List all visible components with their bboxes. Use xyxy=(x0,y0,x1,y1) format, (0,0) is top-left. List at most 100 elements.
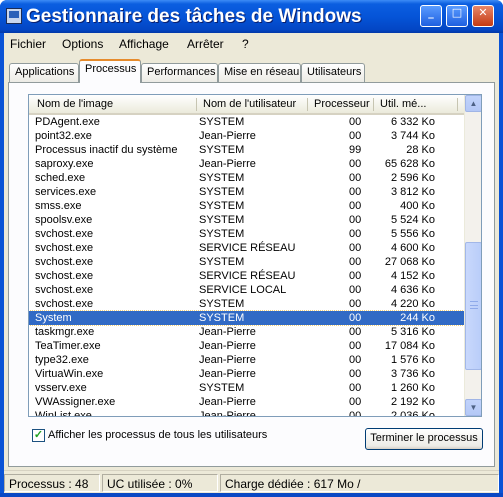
window-title: Gestionnaire des tâches de Windows xyxy=(26,6,362,27)
cell-cpu: 00 xyxy=(349,130,362,142)
scroll-up-arrow-icon[interactable]: ▲ xyxy=(465,95,481,112)
table-row[interactable]: Processus inactif du système SYSTEM 99 28 K… xyxy=(29,143,464,157)
table-row[interactable]: spoolsv.exe SYSTEM 00 5 524 Ko xyxy=(29,213,464,227)
cell-cpu: 00 xyxy=(349,312,362,324)
column-divider[interactable] xyxy=(373,98,374,111)
cell-memory: 4 152 Ko xyxy=(390,270,435,282)
table-row[interactable]: WinList.exe Jean-Pierre 00 2 036 Ko xyxy=(29,409,464,417)
cell-image-name: VWAssigner.exe xyxy=(35,396,116,408)
table-row[interactable]: smss.exe SYSTEM 00 400 Ko xyxy=(29,199,464,213)
tab-applications[interactable]: Applications xyxy=(9,63,79,82)
status-commit-charge: Charge dédiée : 617 Mo / xyxy=(220,474,499,492)
cell-user-name: SERVICE LOCAL xyxy=(199,284,287,296)
cell-cpu: 00 xyxy=(349,382,362,394)
maximize-button[interactable]: □ xyxy=(446,5,468,27)
cell-image-name: svchost.exe xyxy=(35,242,94,254)
show-all-users-label[interactable]: Afficher les processus de tous les utili… xyxy=(48,429,267,441)
table-row[interactable]: svchost.exe SYSTEM 00 5 556 Ko xyxy=(29,227,464,241)
list-header: Nom de l'image Nom de l'utilisateur Proc… xyxy=(29,95,464,115)
cell-image-name: VirtuaWin.exe xyxy=(35,368,104,380)
cell-image-name: vsserv.exe xyxy=(35,382,87,394)
table-row[interactable]: svchost.exe SERVICE RÉSEAU 00 4 152 Ko xyxy=(29,269,464,283)
table-row[interactable]: point32.exe Jean-Pierre 00 3 744 Ko xyxy=(29,129,464,143)
table-row[interactable]: taskmgr.exe Jean-Pierre 00 5 316 Ko xyxy=(29,325,464,339)
column-divider[interactable] xyxy=(307,98,308,111)
menu-fichier[interactable]: Fichier xyxy=(10,37,46,51)
minimize-button[interactable]: _ xyxy=(420,5,442,27)
cell-memory: 3 736 Ko xyxy=(390,368,435,380)
cell-memory: 28 Ko xyxy=(406,144,435,156)
cell-memory: 1 576 Ko xyxy=(390,354,435,366)
cell-image-name: Processus inactif du système xyxy=(35,144,178,156)
processes-panel: Nom de l'image Nom de l'utilisateur Proc… xyxy=(8,82,495,467)
show-all-users-checkbox[interactable]: ✓ xyxy=(32,429,45,442)
table-row[interactable]: svchost.exe SYSTEM 00 4 220 Ko xyxy=(29,297,464,311)
cell-cpu: 00 xyxy=(349,368,362,380)
cell-image-name: type32.exe xyxy=(35,354,89,366)
cell-image-name: sched.exe xyxy=(35,172,86,184)
cell-user-name: SYSTEM xyxy=(199,214,245,226)
table-row[interactable]: svchost.exe SERVICE LOCAL 00 4 636 Ko xyxy=(29,283,464,297)
column-header-cpu[interactable]: Processeur xyxy=(314,98,370,110)
vertical-scrollbar[interactable]: ▲ ▼ xyxy=(464,95,481,416)
menu-options[interactable]: Options xyxy=(62,37,103,51)
grip-icon xyxy=(470,301,478,309)
table-row[interactable]: svchost.exe SERVICE RÉSEAU 00 4 600 Ko xyxy=(29,241,464,255)
tab-performances[interactable]: Performances xyxy=(141,63,218,82)
cell-image-name: svchost.exe xyxy=(35,284,94,296)
cell-memory: 244 Ko xyxy=(400,312,435,324)
cell-image-name: TeaTimer.exe xyxy=(35,340,101,352)
cell-cpu: 00 xyxy=(349,158,362,170)
process-list[interactable]: Nom de l'image Nom de l'utilisateur Proc… xyxy=(28,94,482,417)
column-divider[interactable] xyxy=(196,98,197,111)
cell-memory: 3 744 Ko xyxy=(390,130,435,142)
cell-user-name: SYSTEM xyxy=(199,172,245,184)
column-divider[interactable] xyxy=(457,98,458,111)
cell-cpu: 00 xyxy=(349,284,362,296)
tab-mise-en-reseau[interactable]: Mise en réseau xyxy=(218,63,301,82)
column-header-image-name[interactable]: Nom de l'image xyxy=(37,98,113,110)
column-header-user-name[interactable]: Nom de l'utilisateur xyxy=(203,98,296,110)
cell-user-name: Jean-Pierre xyxy=(199,158,256,170)
menu-affichage[interactable]: Affichage xyxy=(119,37,169,51)
table-row[interactable]: VirtuaWin.exe Jean-Pierre 00 3 736 Ko xyxy=(29,367,464,381)
end-process-button[interactable]: Terminer le processus xyxy=(365,428,483,450)
scrollbar-thumb[interactable] xyxy=(465,242,481,370)
table-row[interactable]: vsserv.exe SYSTEM 00 1 260 Ko xyxy=(29,381,464,395)
cell-memory: 5 316 Ko xyxy=(390,326,435,338)
tab-utilisateurs[interactable]: Utilisateurs xyxy=(301,63,365,82)
close-button[interactable]: ✕ xyxy=(472,5,494,27)
table-row[interactable]: VWAssigner.exe Jean-Pierre 00 2 192 Ko xyxy=(29,395,464,409)
maximize-icon: □ xyxy=(451,6,463,19)
menu-bar: Fichier Options Affichage Arrêter ? xyxy=(4,33,499,55)
cell-user-name: SERVICE RÉSEAU xyxy=(199,270,296,282)
cell-memory: 6 332 Ko xyxy=(390,116,435,128)
cell-memory: 65 628 Ko xyxy=(384,158,435,170)
table-row[interactable]: sched.exe SYSTEM 00 2 596 Ko xyxy=(29,171,464,185)
table-row[interactable]: System SYSTEM 00 244 Ko xyxy=(29,310,465,326)
table-row[interactable]: services.exe SYSTEM 00 3 812 Ko xyxy=(29,185,464,199)
title-bar[interactable]: Gestionnaire des tâches de Windows _ □ ✕ xyxy=(0,0,503,33)
status-process-count: Processus : 48 xyxy=(4,474,100,492)
menu-arreter[interactable]: Arrêter xyxy=(187,37,224,51)
table-row[interactable]: type32.exe Jean-Pierre 00 1 576 Ko xyxy=(29,353,464,367)
cell-image-name: WinList.exe xyxy=(35,410,92,417)
cell-user-name: Jean-Pierre xyxy=(199,354,256,366)
cell-memory: 3 812 Ko xyxy=(390,186,435,198)
cell-memory: 2 192 Ko xyxy=(390,396,435,408)
table-row[interactable]: TeaTimer.exe Jean-Pierre 00 17 084 Ko xyxy=(29,339,464,353)
cell-image-name: spoolsv.exe xyxy=(35,214,93,226)
table-row[interactable]: PDAgent.exe SYSTEM 00 6 332 Ko xyxy=(29,115,464,129)
cell-image-name: point32.exe xyxy=(35,130,92,142)
cell-cpu: 00 xyxy=(349,172,362,184)
cell-user-name: Jean-Pierre xyxy=(199,326,256,338)
table-row[interactable]: saproxy.exe Jean-Pierre 00 65 628 Ko xyxy=(29,157,464,171)
cell-user-name: SYSTEM xyxy=(199,256,245,268)
table-row[interactable]: svchost.exe SYSTEM 00 27 068 Ko xyxy=(29,255,464,269)
cell-memory: 5 556 Ko xyxy=(390,228,435,240)
menu-help[interactable]: ? xyxy=(242,37,249,51)
column-header-memory[interactable]: Util. mé... xyxy=(380,98,426,110)
cell-user-name: SERVICE RÉSEAU xyxy=(199,242,296,254)
tab-processus[interactable]: Processus xyxy=(79,59,141,83)
scroll-down-arrow-icon[interactable]: ▼ xyxy=(465,399,481,416)
